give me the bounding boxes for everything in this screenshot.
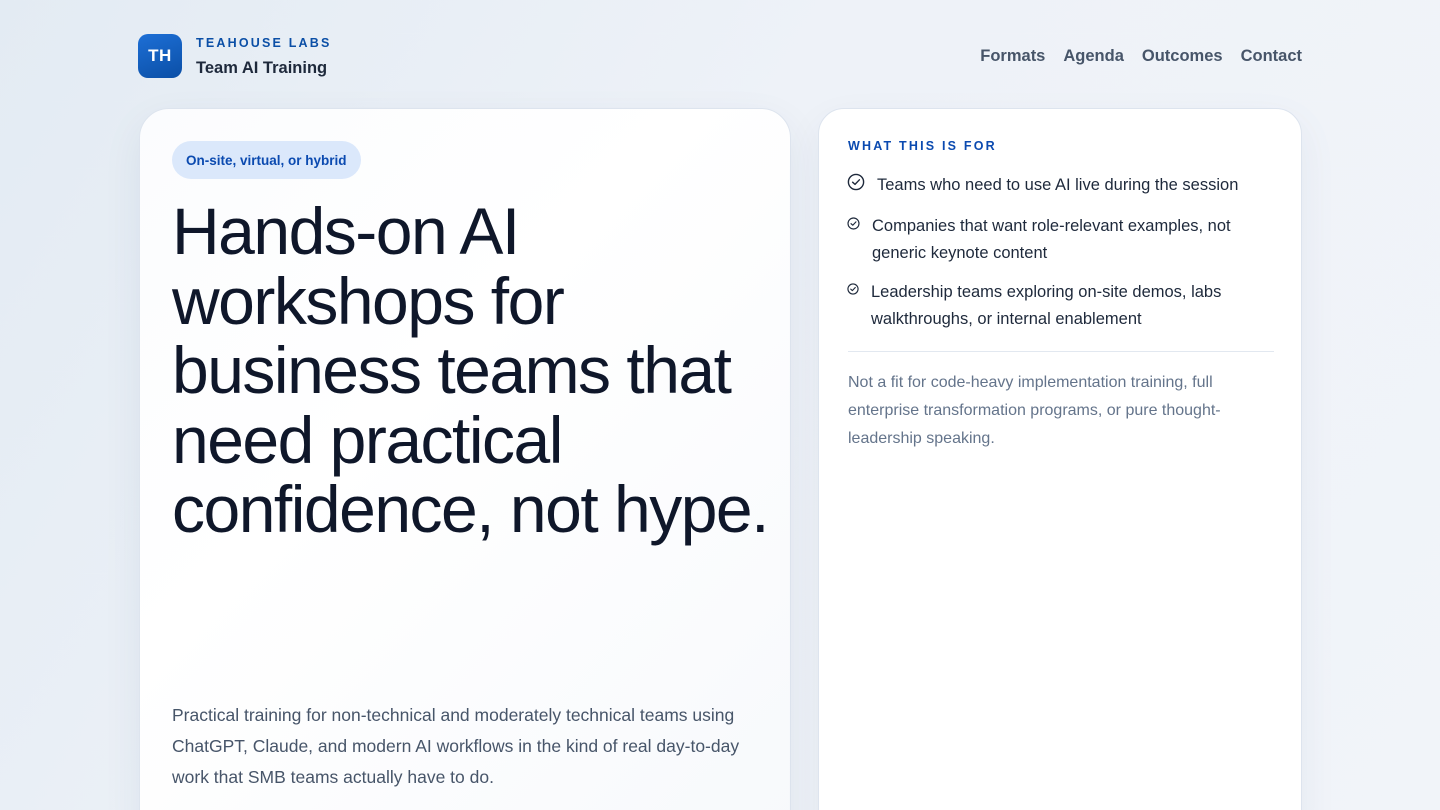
- fit-section-label: WHAT THIS IS FOR: [848, 139, 997, 153]
- brand[interactable]: TH TEAHOUSE LABS Team AI Training: [138, 34, 332, 78]
- brand-logo[interactable]: TH: [138, 34, 182, 78]
- brand-name: TEAHOUSE LABS: [196, 35, 332, 50]
- hero-headline: Hands-on AI workshops for business teams…: [172, 194, 769, 546]
- check-circle-icon: [847, 217, 860, 230]
- format-badge: On-site, virtual, or hybrid: [172, 141, 361, 179]
- fit-item-text: Leadership teams exploring on-site demos…: [871, 283, 1222, 328]
- nav-link-formats[interactable]: Formats: [980, 47, 1045, 66]
- fit-list-item: Companies that want role-relevant exampl…: [847, 213, 1262, 266]
- check-circle-icon: [847, 173, 865, 191]
- nav-link-contact[interactable]: Contact: [1241, 47, 1302, 66]
- brand-text: TEAHOUSE LABS Team AI Training: [196, 36, 332, 77]
- site-header: TH TEAHOUSE LABS Team AI Training Format…: [138, 34, 1302, 78]
- fit-item-text: Companies that want role-relevant exampl…: [872, 217, 1231, 262]
- hero-description: Practical training for non-technical and…: [172, 705, 740, 787]
- fit-list-item: Teams who need to use AI live during the…: [847, 172, 1267, 199]
- fit-item-text: Teams who need to use AI live during the…: [877, 176, 1239, 194]
- not-a-fit-note: Not a fit for code-heavy implementation …: [848, 374, 1221, 447]
- audience-fit-card: WHAT THIS IS FOR Teams who need to use A…: [818, 108, 1302, 810]
- main-nav: Formats Agenda Outcomes Contact: [980, 47, 1302, 66]
- nav-link-outcomes[interactable]: Outcomes: [1142, 47, 1223, 66]
- brand-tagline: Team AI Training: [196, 58, 328, 77]
- fit-list-item: Leadership teams exploring on-site demos…: [847, 279, 1261, 332]
- hero-card: On-site, virtual, or hybrid Hands-on AI …: [139, 108, 791, 810]
- divider: [848, 351, 1274, 352]
- check-circle-icon: [847, 283, 859, 295]
- nav-link-agenda[interactable]: Agenda: [1063, 47, 1124, 66]
